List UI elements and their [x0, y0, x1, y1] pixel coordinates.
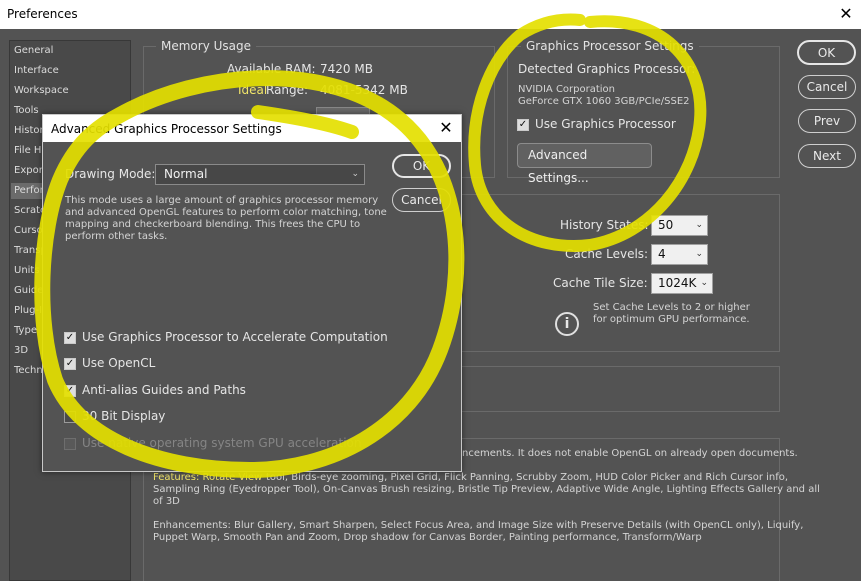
30-bit-display-checkbox[interactable]	[64, 411, 76, 423]
history-states-label: History States:	[560, 218, 649, 232]
sidebar-item-type[interactable]: Type	[14, 325, 37, 336]
sidebar-item-technology-previews[interactable]: Techn	[14, 365, 43, 376]
anti-alias-label: Anti-alias Guides and Paths	[82, 383, 246, 397]
features-line-3: of 3D	[153, 496, 180, 507]
enhancements-line-1: Enhancements: Blur Gallery, Smart Sharpe…	[153, 520, 804, 531]
dialog-titlebar: Advanced Graphics Processor Settings ✕	[43, 115, 461, 142]
cache-hint-text: Set Cache Levels to 2 or higher for opti…	[593, 302, 750, 325]
anti-alias-checkbox[interactable]: ✓	[64, 385, 76, 397]
prev-button[interactable]: Prev	[798, 109, 856, 133]
mode-description-line-4: perform other tasks.	[65, 231, 168, 242]
ideal-range-value: 4081-5342 MB	[320, 83, 408, 97]
use-gpu-label: Use Graphics Processor	[535, 117, 676, 131]
sidebar-item-plugins[interactable]: Plug-I	[14, 305, 42, 316]
use-opencl-label: Use OpenCL	[82, 356, 156, 370]
sidebar-item-interface[interactable]: Interface	[14, 65, 59, 76]
sidebar-item-tools[interactable]: Tools	[14, 105, 39, 116]
drawing-mode-value: Normal	[164, 167, 208, 181]
accelerate-computation-checkbox[interactable]: ✓	[64, 332, 76, 344]
chevron-down-icon: ⌄	[695, 220, 703, 230]
memory-usage-legend: Memory Usage	[156, 39, 257, 53]
checkmark-icon: ✓	[65, 358, 75, 369]
drawing-mode-label: Drawing Mode:	[65, 167, 156, 181]
ok-button[interactable]: OK	[797, 40, 856, 65]
chevron-down-icon: ⌄	[695, 249, 703, 259]
dialog-ok-button[interactable]: OK	[392, 154, 451, 178]
native-gpu-acceleration-checkbox	[64, 438, 76, 450]
cache-levels-label: Cache Levels:	[565, 247, 649, 261]
gpu-vendor: NVIDIA Corporation	[518, 84, 616, 95]
cache-tile-size-value: 1024K	[658, 276, 697, 290]
advanced-settings-button[interactable]: Advanced Settings...	[517, 143, 652, 185]
description-line-1: ncements. It does not enable OpenGL on a…	[462, 448, 798, 459]
sidebar-item-general[interactable]: General	[14, 45, 53, 56]
features-line-1: tool, Birds-eye zooming, Pixel Grid, Fli…	[266, 472, 789, 483]
detected-gpu-label: Detected Graphics Processor:	[518, 62, 696, 76]
cancel-button[interactable]: Cancel	[798, 75, 856, 99]
use-opencl-checkbox[interactable]: ✓	[64, 358, 76, 370]
next-button[interactable]: Next	[798, 144, 856, 168]
drawing-mode-select[interactable]: Normal ⌄	[155, 164, 365, 185]
history-states-value: 50	[658, 218, 674, 232]
cache-levels-value: 4	[658, 247, 666, 261]
checkmark-icon: ✓	[65, 332, 75, 343]
chevron-down-icon: ⌄	[700, 278, 708, 288]
cache-tile-size-select[interactable]: 1024K ⌄	[651, 273, 713, 294]
checkmark-icon: ✓	[518, 119, 528, 130]
info-circle-icon: i	[555, 312, 579, 336]
sidebar-item-3d[interactable]: 3D	[14, 345, 28, 356]
checkmark-icon: ✓	[65, 385, 75, 396]
mode-description-line-2: and advanced OpenGL features to perform …	[65, 207, 387, 218]
ideal-label-highlight: Ideal	[238, 83, 268, 97]
mode-description-line-3: mapping and checkerboard blending. This …	[65, 219, 361, 230]
gpu-model: GeForce GTX 1060 3GB/PCIe/SSE2	[518, 96, 690, 107]
chevron-down-icon: ⌄	[351, 169, 359, 179]
dialog-close-icon[interactable]: ✕	[435, 117, 457, 139]
native-gpu-acceleration-label: Use native operating system GPU accelera…	[82, 436, 362, 450]
features-line-2: Sampling Ring (Eyedropper Tool), On-Canv…	[153, 484, 820, 495]
ideal-range-label: Range:	[266, 83, 309, 97]
dialog-title: Advanced Graphics Processor Settings	[51, 122, 282, 136]
cache-levels-select[interactable]: 4 ⌄	[651, 244, 708, 265]
dialog-cancel-button[interactable]: Cancel	[392, 188, 451, 212]
enhancements-line-2: Puppet Warp, Smooth Pan and Zoom, Drop s…	[153, 532, 702, 543]
available-ram-value: 7420 MB	[320, 62, 373, 76]
mode-description-line-1: This mode uses a large amount of graphic…	[65, 195, 379, 206]
window-close-icon[interactable]: ✕	[831, 0, 861, 29]
30-bit-display-label: 30 Bit Display	[82, 409, 166, 423]
graphics-processor-legend: Graphics Processor Settings	[521, 39, 699, 53]
features-prefix: Features: Rotate View	[153, 472, 263, 483]
history-states-select[interactable]: 50 ⌄	[651, 215, 708, 236]
use-gpu-checkbox[interactable]: ✓	[517, 119, 529, 131]
window-titlebar: Preferences ✕	[0, 0, 861, 29]
cache-tile-size-label: Cache Tile Size:	[553, 276, 648, 290]
sidebar-item-workspace[interactable]: Workspace	[14, 85, 69, 96]
window-title: Preferences	[7, 7, 78, 21]
available-ram-label: Available RAM:	[227, 62, 316, 76]
accelerate-computation-label: Use Graphics Processor to Accelerate Com…	[82, 330, 388, 344]
advanced-gpu-dialog: Advanced Graphics Processor Settings ✕ D…	[42, 114, 462, 472]
